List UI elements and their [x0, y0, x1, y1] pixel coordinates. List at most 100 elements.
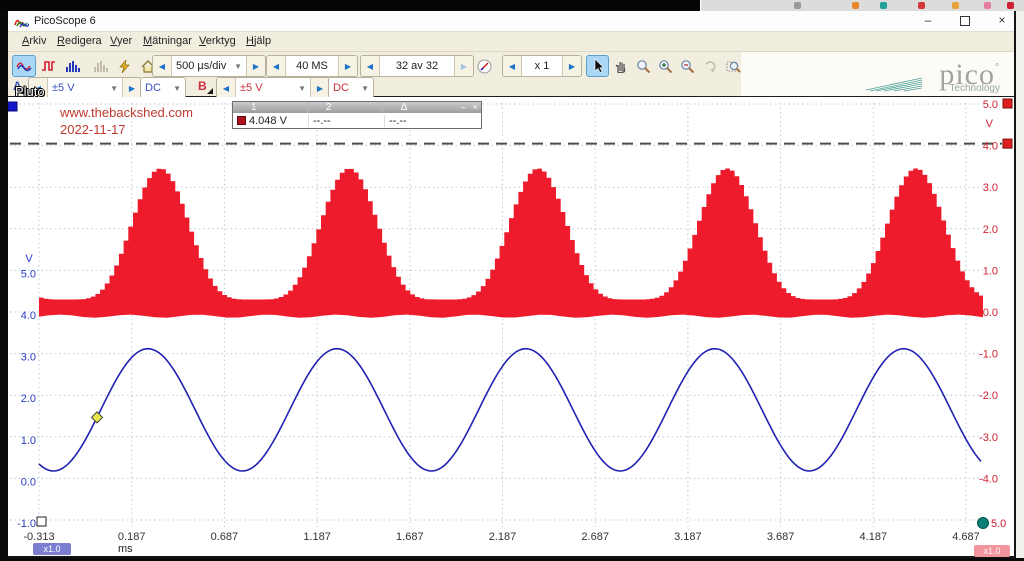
channel-a-range-next-button[interactable]: ▶: [123, 78, 141, 98]
background-window-icon: [1007, 2, 1014, 9]
buffer-position-field[interactable]: 32 av 32: [379, 56, 455, 76]
zoom-prev-button[interactable]: ◀: [503, 56, 521, 76]
right-axis-tick-label: -3.0: [979, 432, 998, 444]
dropdown-caret-icon: ▼: [298, 84, 306, 93]
buffer-nav-group: ◀ 32 av 32 ▶: [360, 55, 474, 77]
close-button[interactable]: ×: [989, 13, 1015, 29]
background-window-icon: [880, 2, 887, 9]
menu-verktyg[interactable]: Verktyg: [195, 35, 240, 47]
probe-setup-button[interactable]: [112, 55, 136, 77]
channel-b-range-next-button[interactable]: ▶: [311, 78, 329, 98]
timebase-next-button[interactable]: ▶: [247, 56, 265, 76]
desktop-right-strip: [1016, 11, 1024, 558]
channel-a-coupling-select[interactable]: DC▼: [141, 78, 185, 98]
samples-field[interactable]: 40 MS: [285, 56, 339, 76]
title-bar: PicoScope 6 – ×: [8, 11, 1014, 32]
samples-next-button[interactable]: ▶: [339, 56, 357, 76]
x-scale-badge-right[interactable]: x1.0: [974, 545, 1010, 557]
channel-b-options-icon[interactable]: [207, 88, 213, 94]
channel-b-range-group: ◀ ±5 V▼ ▶: [216, 77, 330, 99]
legend-close-button[interactable]: ×: [469, 102, 481, 113]
spectrum-view-button[interactable]: [60, 55, 84, 77]
trigger-marker[interactable]: [92, 412, 103, 423]
buffer-compass-icon: [477, 59, 492, 74]
x-tick-label: 2.687: [581, 531, 609, 543]
menu-redigera[interactable]: Redigera: [53, 35, 106, 47]
logo-fan-icon: [864, 76, 924, 97]
scope-view-button[interactable]: [12, 55, 36, 77]
x-tick-label: 1.687: [396, 531, 424, 543]
right-axis-tick-label: -4.0: [979, 473, 998, 485]
app-icon: [14, 15, 29, 33]
ruler-col-delta-header: Δ: [383, 102, 458, 113]
right-axis-tick-label: -2.0: [979, 390, 998, 402]
x-tick-label: -0.313: [23, 531, 54, 543]
menu-mätningar[interactable]: Mätningar: [139, 35, 196, 47]
samples-prev-button[interactable]: ◀: [267, 56, 285, 76]
x-tick-label: 3.687: [767, 531, 795, 543]
left-axis-tick-label: 2.0: [21, 393, 36, 405]
ruler-2-value: --.--: [309, 115, 385, 127]
right-axis-tick-label: 3.0: [983, 182, 998, 194]
ruler-delta-value: --.--: [385, 115, 461, 127]
timebase-prev-button[interactable]: ◀: [153, 56, 171, 76]
normal-select-tool[interactable]: [586, 55, 609, 77]
timebase-select[interactable]: 500 µs/div▼: [171, 56, 247, 76]
left-axis-tick-label: 4.0: [21, 310, 36, 322]
buffer-next-button[interactable]: ▶: [455, 56, 473, 76]
lightning-icon: [118, 60, 131, 73]
left-axis-tick-label: 1.0: [21, 435, 36, 447]
x-tick-label: 2.187: [489, 531, 517, 543]
ruler-parked-handle[interactable]: [1003, 99, 1012, 108]
x-scale-badge-left[interactable]: x1.0: [33, 543, 71, 555]
desktop-label-pluto: Pluto: [15, 84, 45, 99]
buffer-prev-button[interactable]: ◀: [361, 56, 379, 76]
ruler-legend-panel[interactable]: 1 2 Δ – × 4.048 V --.-- --.--: [232, 101, 482, 129]
axis-labels: -0.3130.1870.6871.1871.6872.1872.6873.18…: [17, 99, 998, 543]
right-axis-tick-label: 2.0: [983, 224, 998, 236]
zoom-in-icon: [658, 59, 673, 74]
window-zoom-tool[interactable]: [632, 55, 655, 77]
zoom-next-button[interactable]: ▶: [563, 56, 581, 76]
right-axis-tick-label: -1.0: [979, 349, 998, 361]
scope-waves-icon: [16, 60, 32, 72]
annotation-date: 2022-11-17: [60, 122, 126, 137]
ruler-1-value: 4.048 V: [249, 115, 287, 127]
channel-b-range-select[interactable]: ±5 V▼: [235, 78, 311, 98]
channel-a-range-select[interactable]: ±5 V▼: [47, 78, 123, 98]
ruler-col-1-header: 1: [233, 102, 308, 113]
undo-zoom-tool[interactable]: [698, 55, 721, 77]
minimize-button[interactable]: –: [915, 13, 941, 29]
marquee-zoom-icon: [726, 59, 741, 74]
left-axis-tick-label: 3.0: [21, 352, 36, 364]
cursor-arrow-icon: [591, 59, 604, 73]
zoom-in-tool[interactable]: [654, 55, 677, 77]
left-axis-tick-label: -1.0: [17, 518, 36, 530]
dropdown-caret-icon: ▼: [234, 62, 242, 71]
annotation-site: www.thebackshed.com: [60, 105, 193, 120]
legend-minimize-button[interactable]: –: [458, 102, 470, 113]
menu-arkiv[interactable]: Arkiv: [18, 35, 50, 47]
hand-pan-tool[interactable]: [609, 55, 632, 77]
zoom-out-tool[interactable]: [676, 55, 699, 77]
menu-vyer[interactable]: Vyer: [106, 35, 136, 47]
channel-b-axis-handle[interactable]: [8, 102, 17, 111]
logo-panel: pico° Technology: [741, 52, 1014, 96]
channel-b-coupling-select[interactable]: DC▼: [329, 78, 373, 98]
channel-b-ruler-handle[interactable]: [37, 517, 46, 526]
zoom-factor-field[interactable]: x 1: [521, 56, 563, 76]
menu-hjälp[interactable]: Hjälp: [242, 35, 275, 47]
ruler-1-handle[interactable]: [1003, 139, 1012, 148]
marquee-zoom-tool[interactable]: [722, 55, 745, 77]
secondary-spectrum-button[interactable]: [88, 55, 112, 77]
background-window-icon: [984, 2, 991, 9]
channel-b-range-prev-button[interactable]: ◀: [217, 78, 235, 98]
channel-a-coupling-group: DC▼: [140, 77, 186, 99]
persistence-view-button[interactable]: [36, 55, 60, 77]
x-tick-label: 3.187: [674, 531, 702, 543]
background-window-icon: [852, 2, 859, 9]
buffer-overview-button[interactable]: [472, 55, 496, 77]
background-window-icon: [918, 2, 925, 9]
maximize-button[interactable]: [952, 13, 978, 29]
x-tick-label: 4.187: [860, 531, 888, 543]
